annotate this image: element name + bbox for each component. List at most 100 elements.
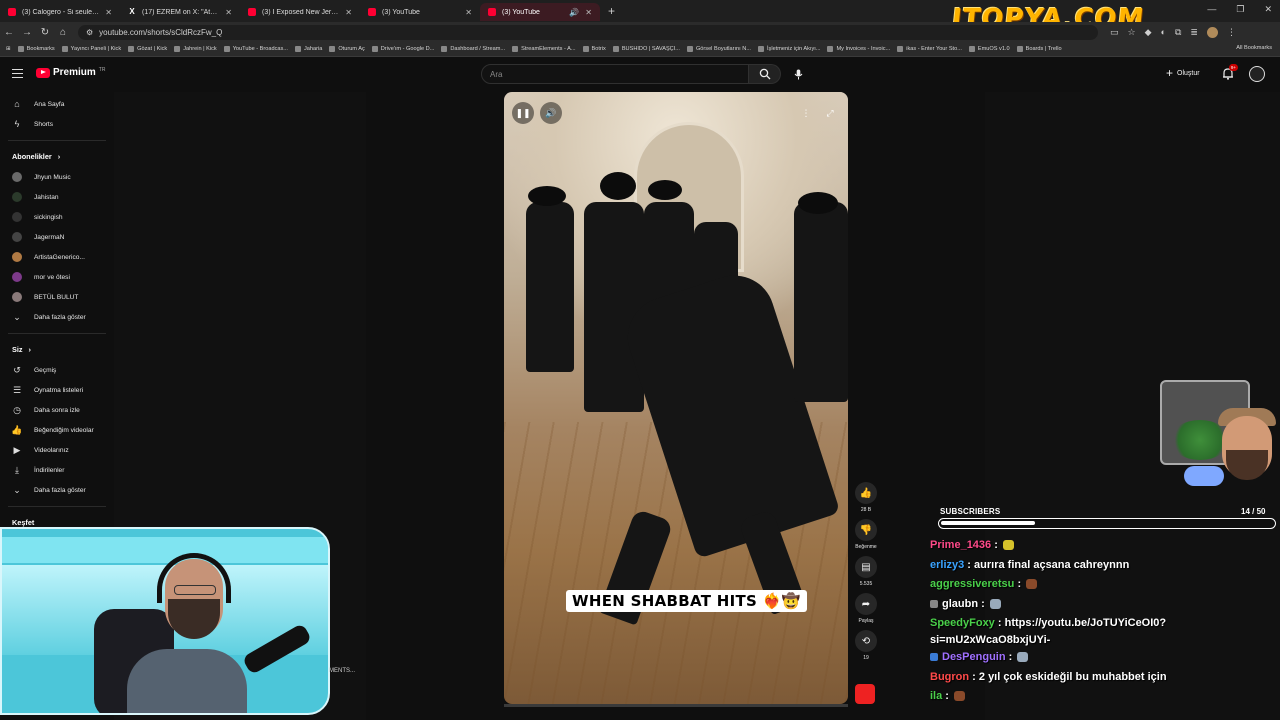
sidebar-item-home[interactable]: ⌂ Ana Sayfa (0, 94, 114, 114)
bookmark-item[interactable]: Görsel Boyutlarını N... (686, 46, 751, 52)
close-icon[interactable]: ✕ (225, 8, 232, 17)
back-icon[interactable]: ← (0, 27, 18, 38)
minimize-icon[interactable]: — (1207, 4, 1216, 15)
more-options-icon[interactable]: ⋮ (795, 102, 817, 124)
bookmark-item[interactable]: My Invoices - Invoic... (827, 46, 890, 52)
extension-icon[interactable]: ◐ (1161, 27, 1166, 37)
browser-tab-active[interactable]: (3) YouTube 🔊 ✕ (480, 3, 600, 21)
chat-separator: : (1014, 578, 1025, 590)
bookmark-item[interactable]: YouTube - Broadcas... (223, 46, 288, 52)
like-button[interactable]: 👍 28 B (854, 482, 878, 513)
site-info-icon[interactable]: ⚙ (86, 28, 93, 37)
voice-search-button[interactable] (790, 66, 806, 82)
dislike-button[interactable]: 👎 Beğenme (854, 519, 878, 550)
reload-icon[interactable]: ↻ (36, 27, 54, 38)
bookmark-item[interactable]: Gözat | Kick (128, 46, 167, 52)
cast-icon[interactable]: ▭ (1110, 27, 1119, 38)
sidebar-channel-item[interactable]: JagermaN (0, 227, 114, 247)
browser-tab[interactable]: (3) I Exposed New Jersey's Jew✕ (240, 3, 360, 21)
maximize-icon[interactable]: ❐ (1236, 4, 1244, 15)
sidebar-channel-item[interactable]: Jhyun Music (0, 167, 114, 187)
thumbs-up-icon: 👍 (11, 424, 23, 435)
new-tab-button[interactable]: + (600, 4, 623, 18)
chat-username: aggressiveretsu (930, 578, 1015, 590)
sidebar-item-playlists[interactable]: ☰ Oynatma listeleri (0, 380, 114, 400)
bookmark-item[interactable]: Bookmarks (17, 46, 55, 52)
sidebar-subscriptions-header[interactable]: Abonelikler › (0, 145, 114, 167)
bookmark-item[interactable]: Drive'ım - Google D... (371, 46, 434, 52)
menu-extension-icon[interactable]: ≣ (1190, 27, 1198, 38)
fullscreen-icon[interactable]: ⤢ (819, 102, 841, 124)
channel-avatar[interactable] (855, 684, 875, 704)
bookmark-item[interactable]: Dashboard / Stream... (441, 46, 505, 52)
browser-tab[interactable]: (3) Calogero - Si seulement je p✕ (0, 3, 120, 21)
bookmark-item[interactable]: İşletmeniz için Akıyı... (757, 46, 820, 52)
channel-avatar (12, 232, 22, 242)
clock-icon: ◷ (13, 404, 21, 415)
browser-tab[interactable]: (3) YouTube ✕ (360, 3, 480, 21)
close-icon[interactable]: ✕ (465, 8, 472, 17)
bookmark-item[interactable]: StreamElements - A... (512, 46, 576, 52)
search-input[interactable]: Ara (481, 64, 749, 84)
bookmark-item[interactable]: EmuOS v1.0 (968, 46, 1010, 52)
pause-button[interactable]: ❚❚ (512, 102, 534, 124)
bookmark-item[interactable]: Yayıncı Paneli | Kick (61, 46, 121, 52)
bookmark-item[interactable]: Botrix (582, 46, 606, 52)
sidebar-item-downloads[interactable]: ⤓ İndirilenler (0, 460, 114, 480)
star-icon[interactable]: ☆ (1128, 27, 1136, 38)
sidebar-channel-item[interactable]: ArtistaGenerico... (0, 247, 114, 267)
apps-icon[interactable]: ⊞ (6, 46, 11, 52)
close-icon[interactable]: ✕ (105, 8, 112, 17)
sidebar-channel-item[interactable]: sickingish (0, 207, 114, 227)
sidebar-show-more-you[interactable]: ⌄ Daha fazla göster (0, 480, 114, 500)
bookmark-item[interactable]: BUSHIDO | SAVAŞÇI... (612, 46, 680, 52)
youtube-logo[interactable]: Premium TR (36, 67, 105, 78)
extension-icon[interactable]: ◆ (1145, 27, 1152, 38)
account-avatar[interactable] (1249, 66, 1265, 82)
sidebar-item-your-videos[interactable]: ▶ Videolarınız (0, 440, 114, 460)
bookmark-item[interactable]: Jahrein | Kick (174, 46, 217, 52)
sidebar-item-shorts[interactable]: ϟ Shorts (0, 114, 114, 134)
shorts-video-player[interactable]: ❚❚ 🔊 ⋮ ⤢ WHEN SHABBAT HITS ❤‍🔥🤠 (504, 92, 848, 704)
forward-icon[interactable]: → (18, 27, 36, 38)
bookmark-item[interactable]: ikas - Enter Your Sto... (897, 46, 962, 52)
sidebar-show-more-subs[interactable]: ⌄ Daha fazla göster (0, 307, 114, 327)
kebab-menu-icon[interactable]: ⋮ (1227, 27, 1236, 38)
video-figure-hat (600, 172, 636, 200)
hamburger-menu-icon[interactable] (12, 69, 23, 78)
close-window-icon[interactable]: ✕ (1264, 4, 1272, 15)
profile-avatar[interactable] (1206, 26, 1218, 38)
channel-avatar (12, 292, 22, 302)
sidebar-channel-item[interactable]: mor ve ötesi (0, 267, 114, 287)
sidebar-item-liked-videos[interactable]: 👍 Beğendiğim videolar (0, 420, 114, 440)
playlist-icon: ☰ (12, 384, 22, 395)
remix-button[interactable]: ⟲ 19 (854, 630, 878, 661)
sidebar-item-watch-later[interactable]: ◷ Daha sonra izle (0, 400, 114, 420)
subscribers-goal-fill (941, 521, 1035, 525)
url-field[interactable]: ⚙ youtube.com/shorts/sCldRczFw_Q (78, 24, 1098, 40)
share-button[interactable]: ➦ Paylaş (854, 593, 878, 624)
sidebar-channel-item[interactable]: BETÜL BULUT (0, 287, 114, 307)
bookmark-favicon-icon (128, 46, 135, 52)
create-button[interactable]: + Oluştur (1166, 67, 1200, 79)
speaker-icon[interactable]: 🔊 (569, 8, 579, 17)
bookmark-item[interactable]: Jaharia (294, 46, 322, 52)
browser-tab[interactable]: X(17) EZREM on X: "Ataberk Doğ✕ (120, 3, 240, 21)
video-progress-bar[interactable] (504, 704, 848, 707)
volume-button[interactable]: 🔊 (540, 102, 562, 124)
all-bookmarks-button[interactable]: All Bookmarks (1236, 45, 1272, 51)
home-icon[interactable]: ⌂ (54, 27, 72, 38)
close-icon[interactable]: ✕ (345, 8, 352, 17)
chat-separator: : (978, 597, 988, 610)
puzzle-icon[interactable]: ⧉ (1175, 27, 1181, 38)
bookmark-item[interactable]: Oturum Aç (329, 46, 365, 52)
sidebar-item-history[interactable]: ↺ Geçmiş (0, 360, 114, 380)
bookmark-item[interactable]: Boards | Trello (1016, 46, 1062, 52)
divider (8, 140, 106, 141)
notifications-button[interactable]: 9+ (1222, 64, 1238, 81)
sidebar-you-header[interactable]: Siz › (0, 338, 114, 360)
close-icon[interactable]: ✕ (585, 8, 592, 17)
sidebar-channel-item[interactable]: Jahistan (0, 187, 114, 207)
search-button[interactable] (749, 64, 781, 84)
comments-button[interactable]: ▤ 5.535 (854, 556, 878, 587)
